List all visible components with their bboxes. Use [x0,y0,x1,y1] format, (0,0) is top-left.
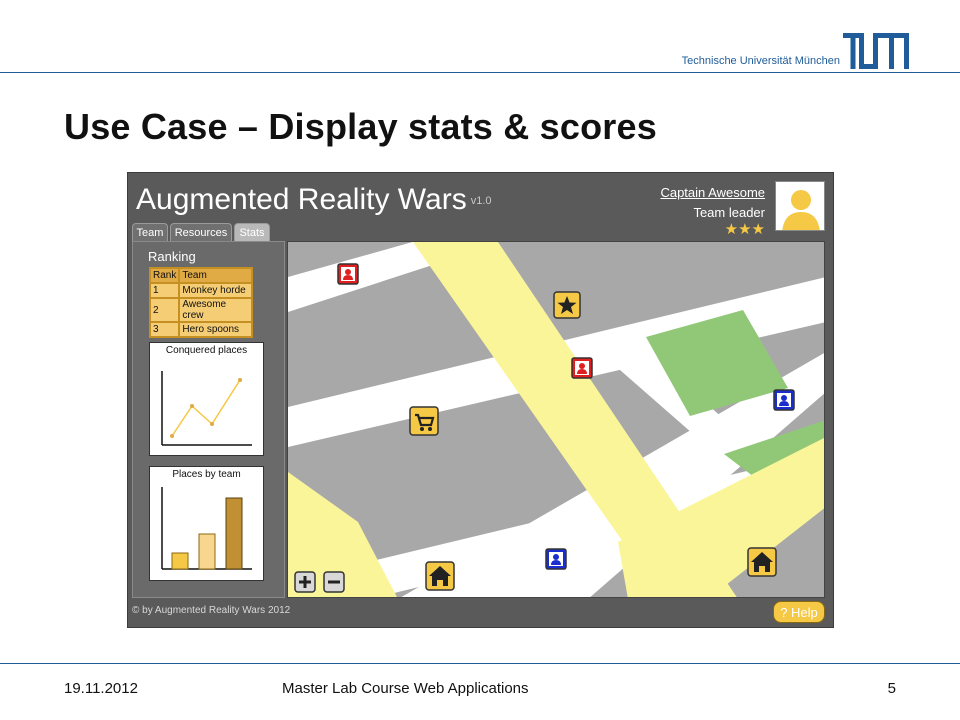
team-cell: Monkey horde [178,282,254,299]
conquered-places-chart: Conquered places [149,342,264,456]
minus-icon [328,580,340,584]
tab-team[interactable]: Team [132,223,168,241]
series-line [171,379,241,437]
zoom-in-button[interactable] [294,571,316,593]
user-rating: ★★★ [660,221,765,239]
map-canvas [288,242,824,597]
map-view[interactable] [287,241,825,598]
table-row: 1 Monkey horde [148,282,254,299]
avatar[interactable] [775,181,825,231]
ranking-label: Ranking [148,249,196,264]
table-row: 2 Awesome crew [148,297,254,323]
ally-player-icon[interactable] [545,548,567,570]
app-title: Augmented Reality Wars v1.0 [136,183,492,217]
data-point [210,422,214,426]
enemy-player-icon[interactable] [571,357,593,379]
star-icon: ★ [738,221,752,238]
footer-rule [0,663,960,664]
bar [225,497,243,570]
course-name: Master Lab Course Web Applications [282,680,529,697]
slide-title: Use Case – Display stats & scores [64,106,657,147]
rank-cell: 3 [148,321,181,338]
data-point [190,404,194,408]
user-info: Captain Awesome Team leader ★★★ [660,185,765,239]
enemy-player-icon[interactable] [337,263,359,285]
header-rule [0,72,960,73]
team-cell: Awesome crew [178,297,254,323]
col-rank: Rank [148,267,181,284]
line-chart [161,371,252,446]
shop-icon[interactable] [409,406,439,436]
places-by-team-chart: Places by team [149,466,264,581]
stats-panel: Ranking Rank Team 1 Monkey horde 2 Aweso… [132,241,285,598]
user-name-link[interactable]: Captain Awesome [660,185,765,200]
tab-stats[interactable]: Stats [234,223,270,241]
ally-player-icon[interactable] [773,389,795,411]
app-mockup: Augmented Reality Wars v1.0 Captain Aweso… [127,172,834,628]
ranking-table: Rank Team 1 Monkey horde 2 Awesome crew … [148,267,254,338]
app-name: Augmented Reality Wars [136,183,467,216]
rank-cell: 2 [148,297,181,323]
bar-chart [161,487,252,570]
table-row: 3 Hero spoons [148,321,254,338]
bar [171,552,189,570]
data-point [238,378,242,382]
table-header-row: Rank Team [148,267,254,284]
team-cell: Hero spoons [178,321,254,338]
university-name: Technische Universität München [681,55,840,67]
slide-date: 19.11.2012 [64,680,138,697]
zoom-out-button[interactable] [323,571,345,593]
rank-cell: 1 [148,282,181,299]
star-marker-icon[interactable] [553,291,581,319]
app-version: v1.0 [470,195,492,208]
home-icon[interactable] [747,547,777,577]
user-role: Team leader [693,205,765,220]
home-icon[interactable] [425,561,455,591]
star-icon: ★ [751,221,765,238]
help-button[interactable]: ? Help [773,601,825,623]
copyright: © by Augmented Reality Wars 2012 [132,605,291,616]
data-point [170,434,174,438]
star-icon: ★ [724,221,739,238]
page-number: 5 [887,680,896,697]
bar [198,533,216,570]
tab-resources[interactable]: Resources [170,223,232,241]
col-team: Team [178,267,254,284]
tum-logo [843,33,909,69]
user-silhouette-icon [782,190,820,230]
